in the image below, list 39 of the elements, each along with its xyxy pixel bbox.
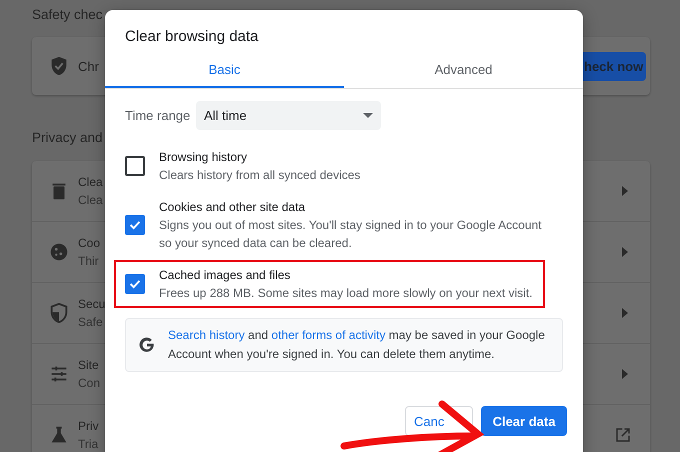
row-title: Clea <box>78 174 103 191</box>
row-title: Site <box>78 357 100 374</box>
row-subtitle: Tria <box>78 436 99 452</box>
caret-icon[interactable] <box>622 369 628 379</box>
caret-down-icon <box>363 113 373 118</box>
row-title: Secu <box>78 296 106 313</box>
option-title: Cached images and files <box>159 267 292 284</box>
option-description: Frees up 288 MB. Some sites may load more slowly on your next visit. <box>159 285 534 302</box>
cookie-icon <box>48 241 70 263</box>
option-description: Clears history from all synced devices <box>159 167 362 184</box>
external-link-icon[interactable] <box>614 426 632 444</box>
row-subtitle: Safe <box>78 314 104 331</box>
option-title: Browsing history <box>159 149 248 166</box>
caret-icon[interactable] <box>622 247 628 257</box>
field-label: Time range <box>125 108 192 123</box>
row-subtitle: Clea <box>78 192 103 209</box>
tab[interactable]: Basic <box>105 55 344 88</box>
checkbox[interactable] <box>125 215 145 235</box>
checkbox[interactable] <box>125 274 145 294</box>
caret-icon[interactable] <box>622 308 628 318</box>
row-subtitle: Thir <box>78 253 100 270</box>
time-range-dropdown[interactable]: All time <box>196 101 381 130</box>
dialog-title: Clear browsing data <box>124 27 260 45</box>
search-history-link[interactable]: Search history <box>168 328 245 342</box>
row-title: Chr <box>78 58 99 74</box>
section-heading: Privacy and <box>32 129 103 147</box>
row-subtitle: Con <box>78 375 100 392</box>
shield-icon <box>48 302 70 324</box>
activity-link[interactable]: other forms of activity <box>271 328 386 342</box>
info-text: Search history and other forms of activity may be saved in your Google Account when you're signed in. You can delete them anytime. <box>168 327 546 363</box>
option-title: Cookies and other site data <box>159 199 306 216</box>
checkbox[interactable] <box>125 156 145 176</box>
clear-data-button[interactable]: Clear data <box>481 406 567 436</box>
row-title: Coo <box>78 235 100 252</box>
section-heading: Safety chec <box>32 6 103 24</box>
option-description: Signs you out of most sites. You'll stay signed in to your Google Account so your synced data can be cleared. <box>159 217 543 252</box>
g-logo-icon <box>138 336 156 354</box>
caret-icon[interactable] <box>622 186 628 196</box>
row-title: Priv <box>78 418 99 435</box>
